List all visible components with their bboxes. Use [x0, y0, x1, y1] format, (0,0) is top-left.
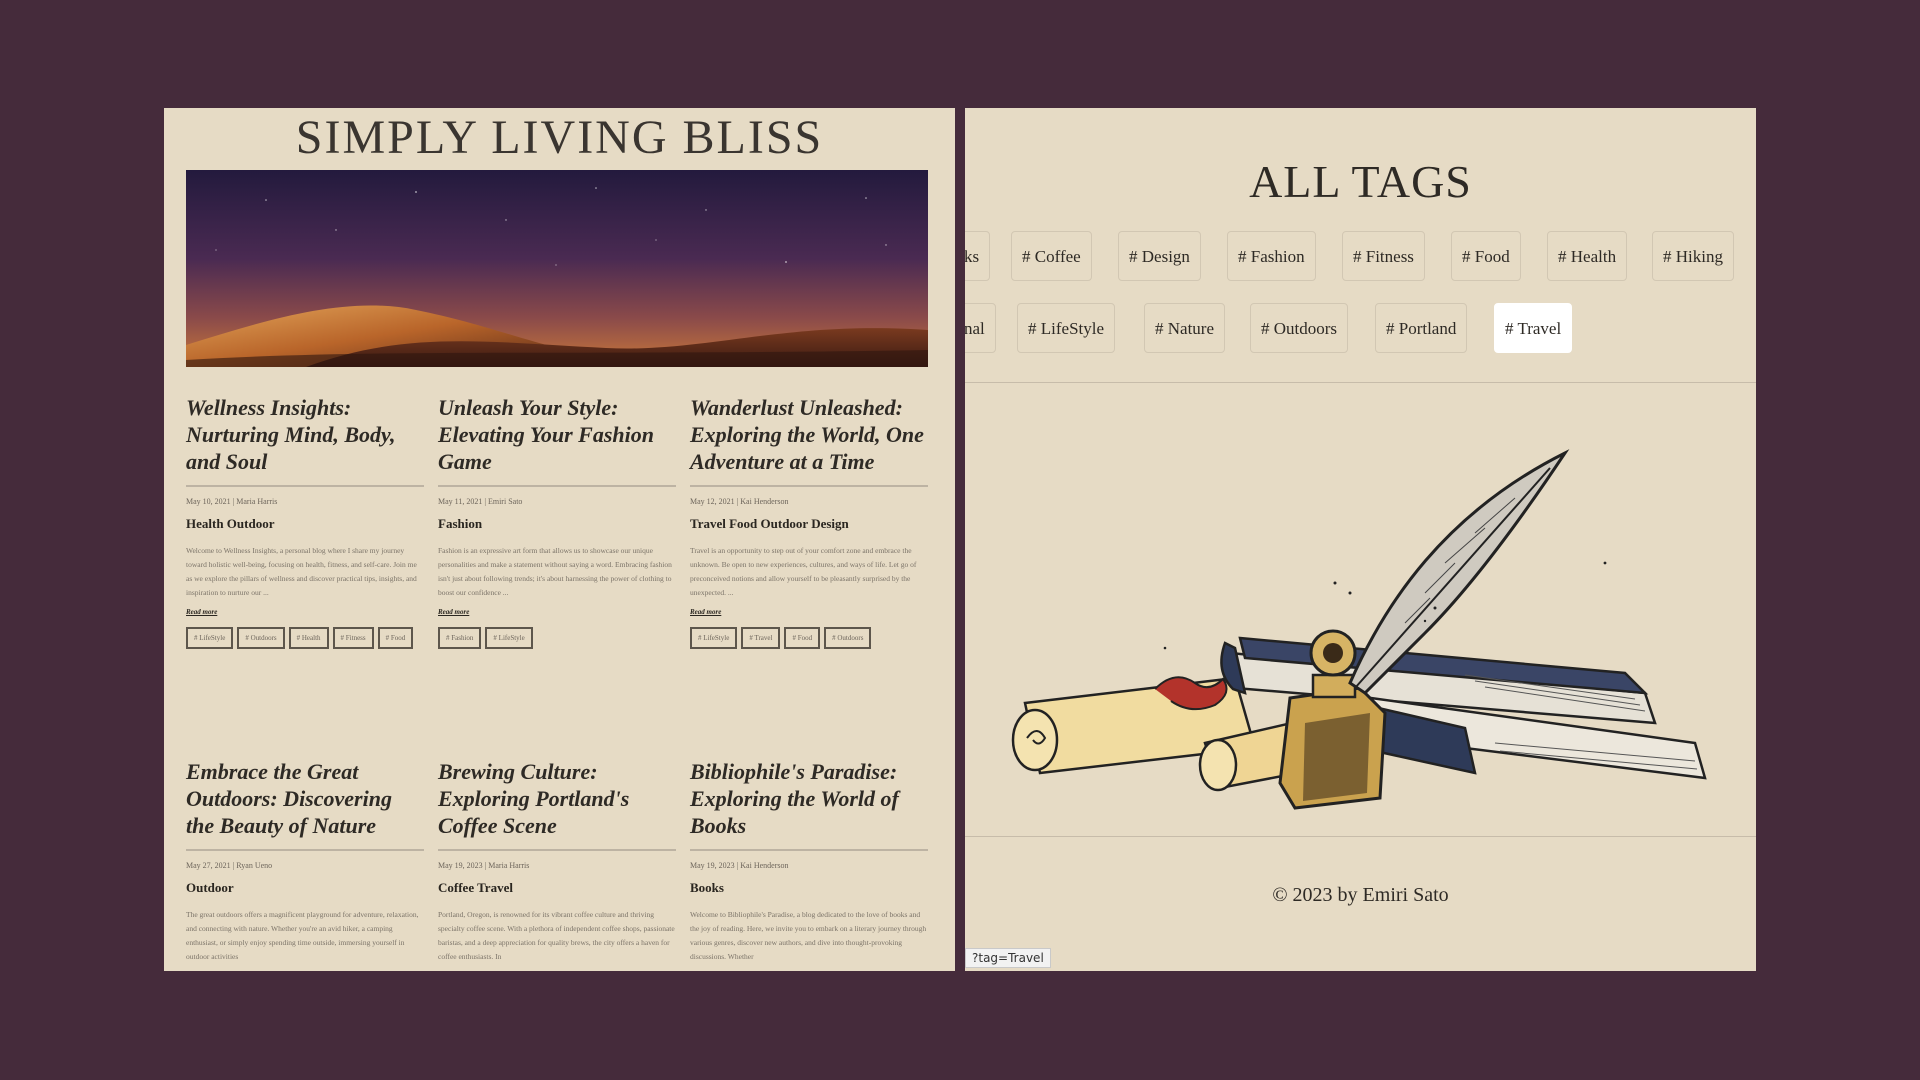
- read-more-link[interactable]: Read more: [186, 608, 217, 616]
- tag-chip[interactable]: # Outdoors: [824, 627, 872, 649]
- post-title[interactable]: Wellness Insights: Nurturing Mind, Body,…: [186, 394, 424, 475]
- tag-button[interactable]: # LifeStyle: [1017, 303, 1116, 353]
- post-excerpt: The great outdoors offers a magnificent …: [186, 910, 419, 961]
- post-card: Wellness Insights: Nurturing Mind, Body,…: [186, 394, 424, 649]
- section-divider: [965, 382, 1756, 383]
- tag-chip[interactable]: # LifeStyle: [186, 627, 234, 649]
- post-card: Embrace the Great Outdoors: Discovering …: [186, 758, 424, 964]
- tag-chip[interactable]: # Food: [377, 627, 414, 649]
- books-quill-illustration: [1005, 443, 1715, 828]
- post-meta: May 19, 2023 | Maria Harris: [438, 861, 530, 870]
- tag-button[interactable]: # Nature: [1144, 303, 1226, 353]
- tag-list-row-1: ks # Coffee # Design # Fashion # Fitness…: [965, 231, 1756, 281]
- tag-button[interactable]: # Design: [1118, 231, 1201, 281]
- post-title[interactable]: Embrace the Great Outdoors: Discovering …: [186, 758, 424, 839]
- post-tag-list: # Fashion # LifeStyle: [438, 627, 676, 649]
- post-meta: May 12, 2021 | Kai Henderson: [690, 497, 789, 506]
- post-meta: May 11, 2021 | Emiri Sato: [438, 497, 523, 506]
- post-tag-list: # LifeStyle # Travel # Food # Outdoors: [690, 627, 928, 649]
- post-divider: [690, 485, 928, 487]
- tag-button[interactable]: # Portland: [1375, 303, 1468, 353]
- post-category-line: Travel Food Outdoor Design: [690, 516, 849, 531]
- post-card: Wanderlust Unleashed: Exploring the Worl…: [690, 394, 928, 649]
- tag-chip[interactable]: # Fashion: [438, 627, 482, 649]
- tag-chip[interactable]: # Food: [784, 627, 821, 649]
- all-tags-panel: ALL TAGS ks # Coffee # Design # Fashion …: [965, 108, 1756, 971]
- tag-chip[interactable]: # LifeStyle: [485, 627, 533, 649]
- tag-button-active[interactable]: # Travel: [1494, 303, 1573, 353]
- tag-chip[interactable]: # Health: [288, 627, 329, 649]
- tag-button[interactable]: # Health: [1547, 231, 1628, 281]
- footer-copyright: © 2023 by Emiri Sato: [1272, 884, 1449, 906]
- post-category-line: Outdoor: [186, 880, 234, 895]
- tag-chip[interactable]: # Outdoors: [237, 627, 285, 649]
- post-category-line: Books: [690, 880, 724, 895]
- post-meta: May 27, 2021 | Ryan Ueno: [186, 861, 273, 870]
- tag-list-row-2: nal # LifeStyle # Nature # Outdoors # Po…: [965, 303, 1756, 353]
- post-divider: [186, 485, 424, 487]
- tag-button[interactable]: # Hiking: [1652, 231, 1734, 281]
- post-category-line: Fashion: [438, 516, 483, 531]
- tag-button[interactable]: # Fashion: [1227, 231, 1316, 281]
- tag-chip[interactable]: # Travel: [741, 627, 781, 649]
- post-title[interactable]: Brewing Culture: Exploring Portland's Co…: [438, 758, 676, 839]
- blog-home-panel: SIMPLY LIVING BLISS Wellness Insights: N…: [164, 108, 955, 971]
- post-title[interactable]: Unleash Your Style: Elevating Your Fashi…: [438, 394, 676, 475]
- tag-chip[interactable]: # LifeStyle: [690, 627, 738, 649]
- post-divider: [690, 849, 928, 851]
- post-excerpt: Welcome to Wellness Insights, a personal…: [186, 546, 417, 597]
- tag-button[interactable]: # Coffee: [1011, 231, 1092, 281]
- all-tags-heading: ALL TAGS: [1249, 156, 1472, 207]
- post-title[interactable]: Bibliophile's Paradise: Exploring the Wo…: [690, 758, 928, 839]
- tag-button[interactable]: # Fitness: [1342, 231, 1425, 281]
- read-more-link[interactable]: Read more: [438, 608, 469, 616]
- post-excerpt: Fashion is an expressive art form that a…: [438, 546, 672, 597]
- hero-image: [186, 170, 928, 367]
- tag-chip[interactable]: # Fitness: [332, 627, 374, 649]
- status-bar-url: ?tag=Travel: [965, 948, 1051, 968]
- post-divider: [186, 849, 424, 851]
- post-card: Brewing Culture: Exploring Portland's Co…: [438, 758, 676, 964]
- post-divider: [438, 849, 676, 851]
- post-excerpt: Portland, Oregon, is renowned for its vi…: [438, 910, 675, 961]
- post-title[interactable]: Wanderlust Unleashed: Exploring the Worl…: [690, 394, 928, 475]
- post-excerpt: Welcome to Bibliophile's Paradise, a blo…: [690, 910, 927, 961]
- tag-button[interactable]: nal: [965, 303, 996, 353]
- post-meta: May 19, 2023 | Kai Henderson: [690, 861, 789, 870]
- tag-button[interactable]: # Outdoors: [1250, 303, 1349, 353]
- tag-button[interactable]: # Food: [1451, 231, 1521, 281]
- post-divider: [438, 485, 676, 487]
- tag-button[interactable]: ks: [965, 231, 990, 281]
- post-category-line: Coffee Travel: [438, 880, 513, 895]
- footer-divider: [965, 836, 1756, 837]
- post-excerpt: Travel is an opportunity to step out of …: [690, 546, 917, 597]
- site-title[interactable]: SIMPLY LIVING BLISS: [164, 110, 955, 166]
- post-tag-list: # LifeStyle # Outdoors # Health # Fitnes…: [186, 627, 424, 649]
- post-card: Bibliophile's Paradise: Exploring the Wo…: [690, 758, 928, 964]
- read-more-link[interactable]: Read more: [690, 608, 721, 616]
- post-category-line: Health Outdoor: [186, 516, 275, 531]
- post-meta: May 10, 2021 | Maria Harris: [186, 497, 278, 506]
- post-card: Unleash Your Style: Elevating Your Fashi…: [438, 394, 676, 649]
